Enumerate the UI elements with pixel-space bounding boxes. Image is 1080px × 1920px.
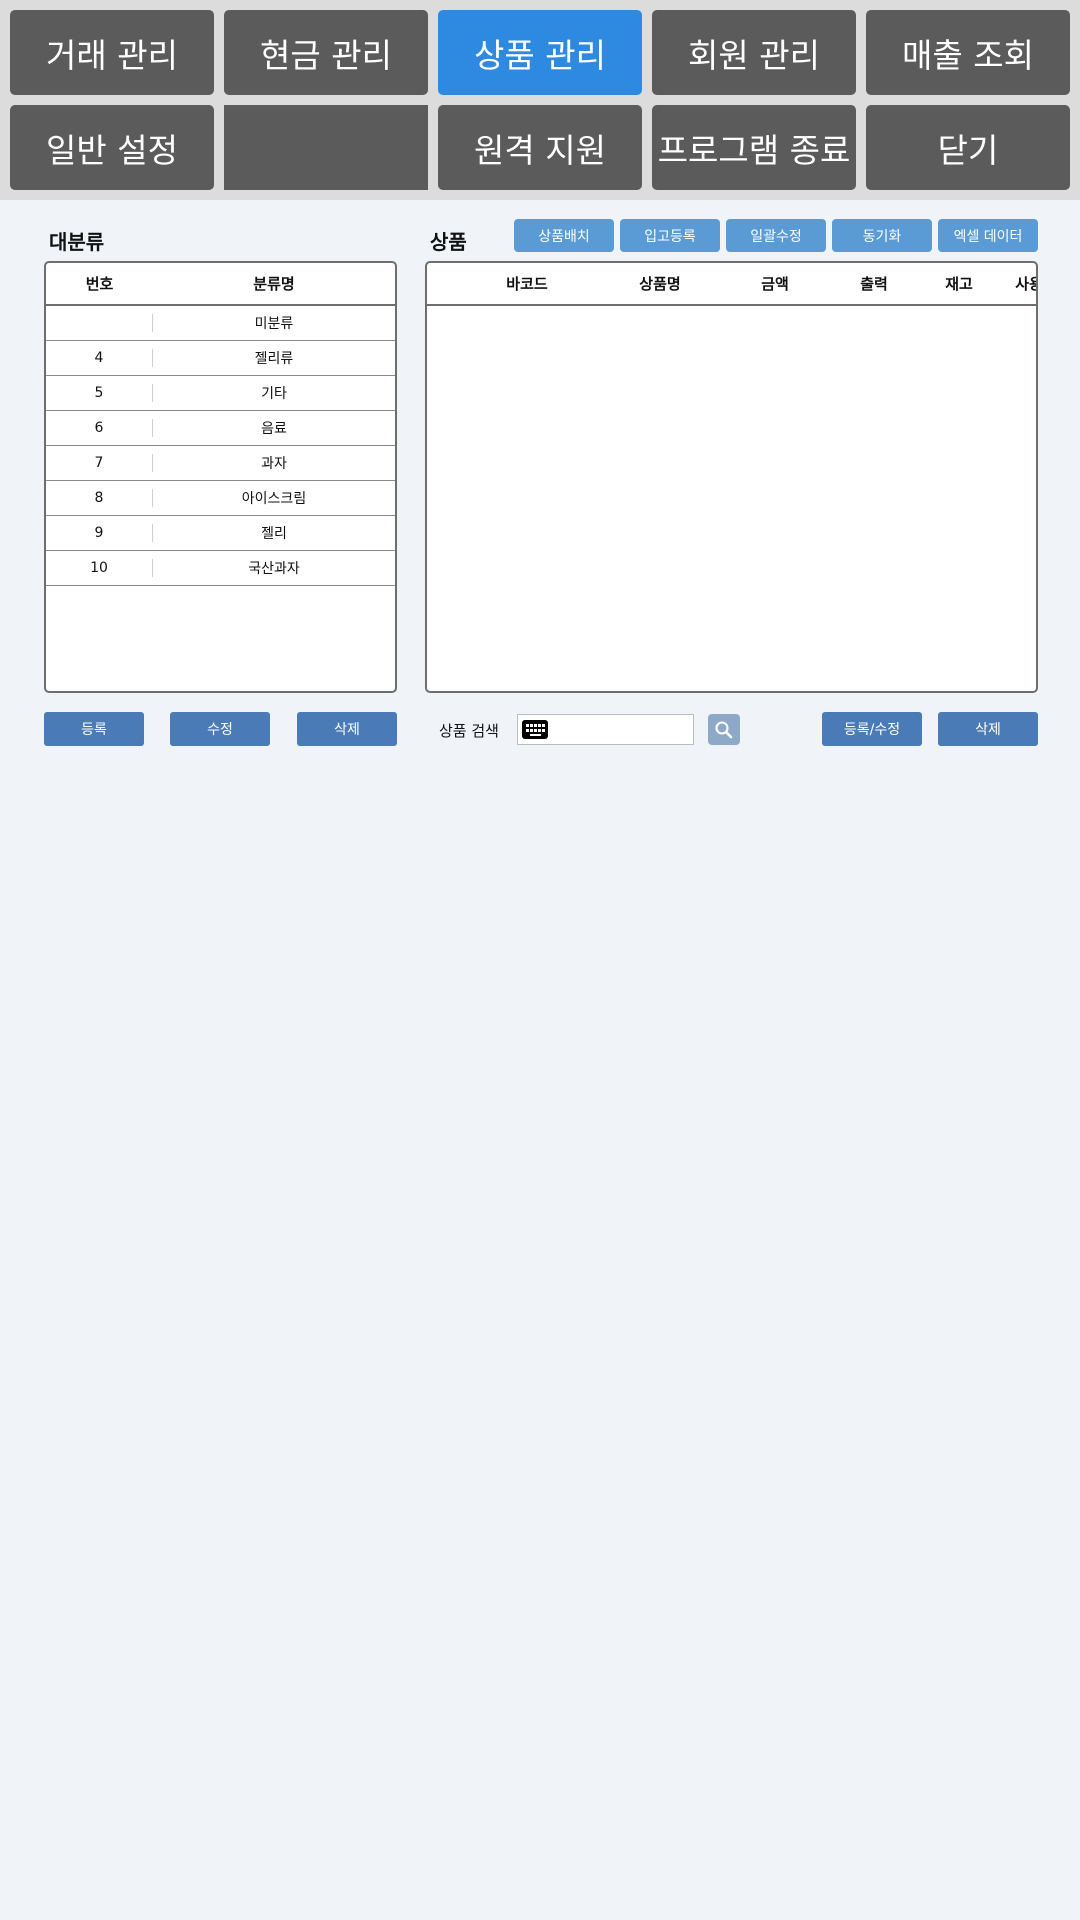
top-navigation: 거래 관리 현금 관리 상품 관리 회원 관리 매출 조회 일반 설정 원격 지… xyxy=(0,0,1080,200)
category-row[interactable]: 8 아이스크림 xyxy=(46,481,395,516)
category-edit-button[interactable]: 수정 xyxy=(170,712,270,746)
nav-remote-support[interactable]: 원격 지원 xyxy=(438,105,642,190)
header-product-name: 상품명 xyxy=(639,275,681,293)
keyboard-icon[interactable] xyxy=(522,720,548,739)
category-name: 미분류 xyxy=(254,316,294,332)
header-price: 금액 xyxy=(761,275,789,293)
product-register-edit-button[interactable]: 등록/수정 xyxy=(822,712,922,746)
category-name: 음료 xyxy=(261,421,287,437)
category-number: 10 xyxy=(46,559,153,577)
product-search-label: 상품 검색 xyxy=(439,722,499,740)
category-title: 대분류 xyxy=(49,230,105,254)
category-delete-button[interactable]: 삭제 xyxy=(297,712,397,746)
category-number: 7 xyxy=(46,454,153,472)
category-row[interactable]: 10 국산과자 xyxy=(46,551,395,586)
product-search-input[interactable] xyxy=(552,717,690,742)
category-number: 9 xyxy=(46,524,153,542)
product-table-header: 바코드 상품명 금액 출력 재고 사용 xyxy=(427,263,1036,306)
category-table-header: 번호 분류명 xyxy=(46,263,395,306)
nav-exit-program[interactable]: 프로그램 종료 xyxy=(652,105,856,190)
category-name: 젤리 xyxy=(261,526,287,542)
category-number: 5 xyxy=(46,384,153,402)
nav-member-management[interactable]: 회원 관리 xyxy=(652,10,856,95)
category-number: 8 xyxy=(46,489,153,507)
stock-register-button[interactable]: 입고등록 xyxy=(620,219,720,252)
product-table: 바코드 상품명 금액 출력 재고 사용 xyxy=(425,261,1038,693)
sync-button[interactable]: 동기화 xyxy=(832,219,932,252)
header-use: 사용 xyxy=(1015,275,1036,293)
category-row[interactable]: 미분류 xyxy=(46,306,395,341)
category-row[interactable]: 4 젤리류 xyxy=(46,341,395,376)
product-arrangement-button[interactable]: 상품배치 xyxy=(514,219,614,252)
nav-transaction-management[interactable]: 거래 관리 xyxy=(10,10,214,95)
nav-product-management[interactable]: 상품 관리 xyxy=(438,10,642,95)
search-button[interactable] xyxy=(708,714,740,745)
category-name: 기타 xyxy=(261,386,287,402)
category-name: 아이스크림 xyxy=(241,491,307,507)
header-category-name: 분류명 xyxy=(253,275,295,293)
category-register-button[interactable]: 등록 xyxy=(44,712,144,746)
product-title: 상품 xyxy=(430,230,467,254)
category-row[interactable]: 7 과자 xyxy=(46,446,395,481)
nav-cash-management[interactable]: 현금 관리 xyxy=(224,10,428,95)
product-delete-button[interactable]: 삭제 xyxy=(938,712,1038,746)
category-name: 과자 xyxy=(261,456,287,472)
nav-general-settings[interactable]: 일반 설정 xyxy=(10,105,214,190)
category-number: 4 xyxy=(46,349,153,367)
excel-data-button[interactable]: 엑셀 데이터 xyxy=(938,219,1038,252)
category-number: 6 xyxy=(46,419,153,437)
category-row[interactable]: 5 기타 xyxy=(46,376,395,411)
header-number: 번호 xyxy=(85,275,114,293)
product-search-box xyxy=(517,714,694,745)
category-table: 번호 분류명 미분류 4 젤리류 5 기타 6 음료 7 과자 8 아이스크림 … xyxy=(44,261,397,693)
category-name: 젤리류 xyxy=(254,351,294,367)
nav-close[interactable]: 닫기 xyxy=(866,105,1070,190)
category-name: 국산과자 xyxy=(248,561,300,577)
nav-sales-inquiry[interactable]: 매출 조회 xyxy=(866,10,1070,95)
nav-blank-button[interactable] xyxy=(224,105,428,190)
category-row[interactable]: 9 젤리 xyxy=(46,516,395,551)
category-number xyxy=(46,314,153,332)
bulk-edit-button[interactable]: 일괄수정 xyxy=(726,219,826,252)
search-icon xyxy=(715,721,733,739)
header-barcode: 바코드 xyxy=(506,275,548,293)
category-row[interactable]: 6 음료 xyxy=(46,411,395,446)
